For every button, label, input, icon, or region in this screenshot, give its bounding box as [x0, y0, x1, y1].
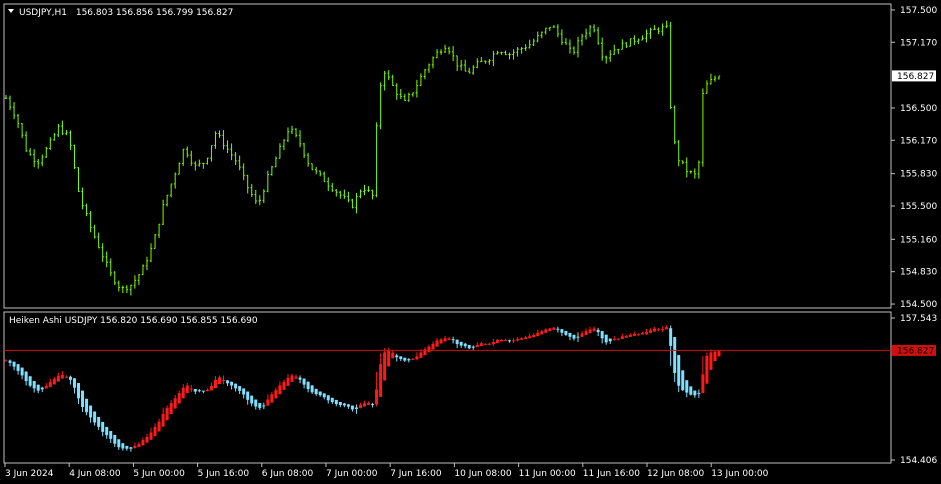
ha-candle [383, 348, 387, 381]
price-tick-label: 157.543 [900, 314, 937, 324]
time-tick-label: 7 Jun 16:00 [390, 469, 442, 479]
price-tick-label: 155.160 [900, 235, 937, 245]
price-tick-label: 155.830 [900, 170, 937, 180]
main-current-price-tag: 156.827 [892, 70, 936, 82]
price-tick-label: 154.406 [900, 456, 937, 466]
ha-candle [28, 376, 32, 388]
time-tick-label: 5 Jun 00:00 [133, 469, 185, 479]
time-tick-label: 4 Jun 08:00 [69, 469, 121, 479]
price-tick-label: 154.500 [900, 300, 937, 310]
svg-text:156.827: 156.827 [897, 72, 934, 82]
time-tick-label: 11 Jun 16:00 [583, 469, 640, 479]
ha-candle [717, 350, 721, 357]
price-tick-label: 156.170 [900, 136, 937, 146]
main-price-axis: 157.500 157.170 156.500 156.170 155.830 155.5… [891, 6, 937, 310]
price-tick-label: 154.830 [900, 268, 937, 278]
ha-candle [689, 386, 693, 396]
time-tick-label: 6 Jun 08:00 [262, 469, 314, 479]
indicator-price-axis: 157.543 154.406 [891, 314, 937, 466]
time-tick-label: 5 Jun 16:00 [198, 469, 250, 479]
time-tick-label: 12 Jun 08:00 [647, 469, 704, 479]
time-tick-label: 3 Jun 2024 [5, 469, 54, 479]
chart-canvas: USDJPY,H1 156.803 156.856 156.799 156.82… [3, 3, 937, 479]
time-tick-label: 13 Jun 00:00 [711, 469, 768, 479]
main-symbol-label: USDJPY,H1 156.803 156.856 156.799 156.82… [19, 8, 233, 18]
indicator-current-price-tag: 156.827 [892, 344, 936, 356]
time-tick-label: 7 Jun 00:00 [326, 469, 378, 479]
main-panel [3, 3, 892, 309]
indicator-panel [3, 311, 892, 464]
ha-candle [713, 350, 717, 362]
time-tick-label: 10 Jun 08:00 [454, 469, 511, 479]
price-tick-label: 157.170 [900, 38, 937, 48]
time-tick-label: 11 Jun 00:00 [519, 469, 576, 479]
ha-candle [705, 352, 709, 384]
price-tick-label: 156.500 [900, 104, 937, 114]
svg-text:156.827: 156.827 [897, 346, 934, 356]
time-axis: 3 Jun 2024 4 Jun 08:00 5 Jun 00:00 5 Jun 16… [4, 463, 769, 479]
indicator-label: Heiken Ashi USDJPY 156.820 156.690 156.8… [9, 316, 258, 326]
ha-candle [681, 370, 685, 392]
price-tick-label: 155.500 [900, 202, 937, 212]
price-tick-label: 157.500 [900, 6, 937, 16]
